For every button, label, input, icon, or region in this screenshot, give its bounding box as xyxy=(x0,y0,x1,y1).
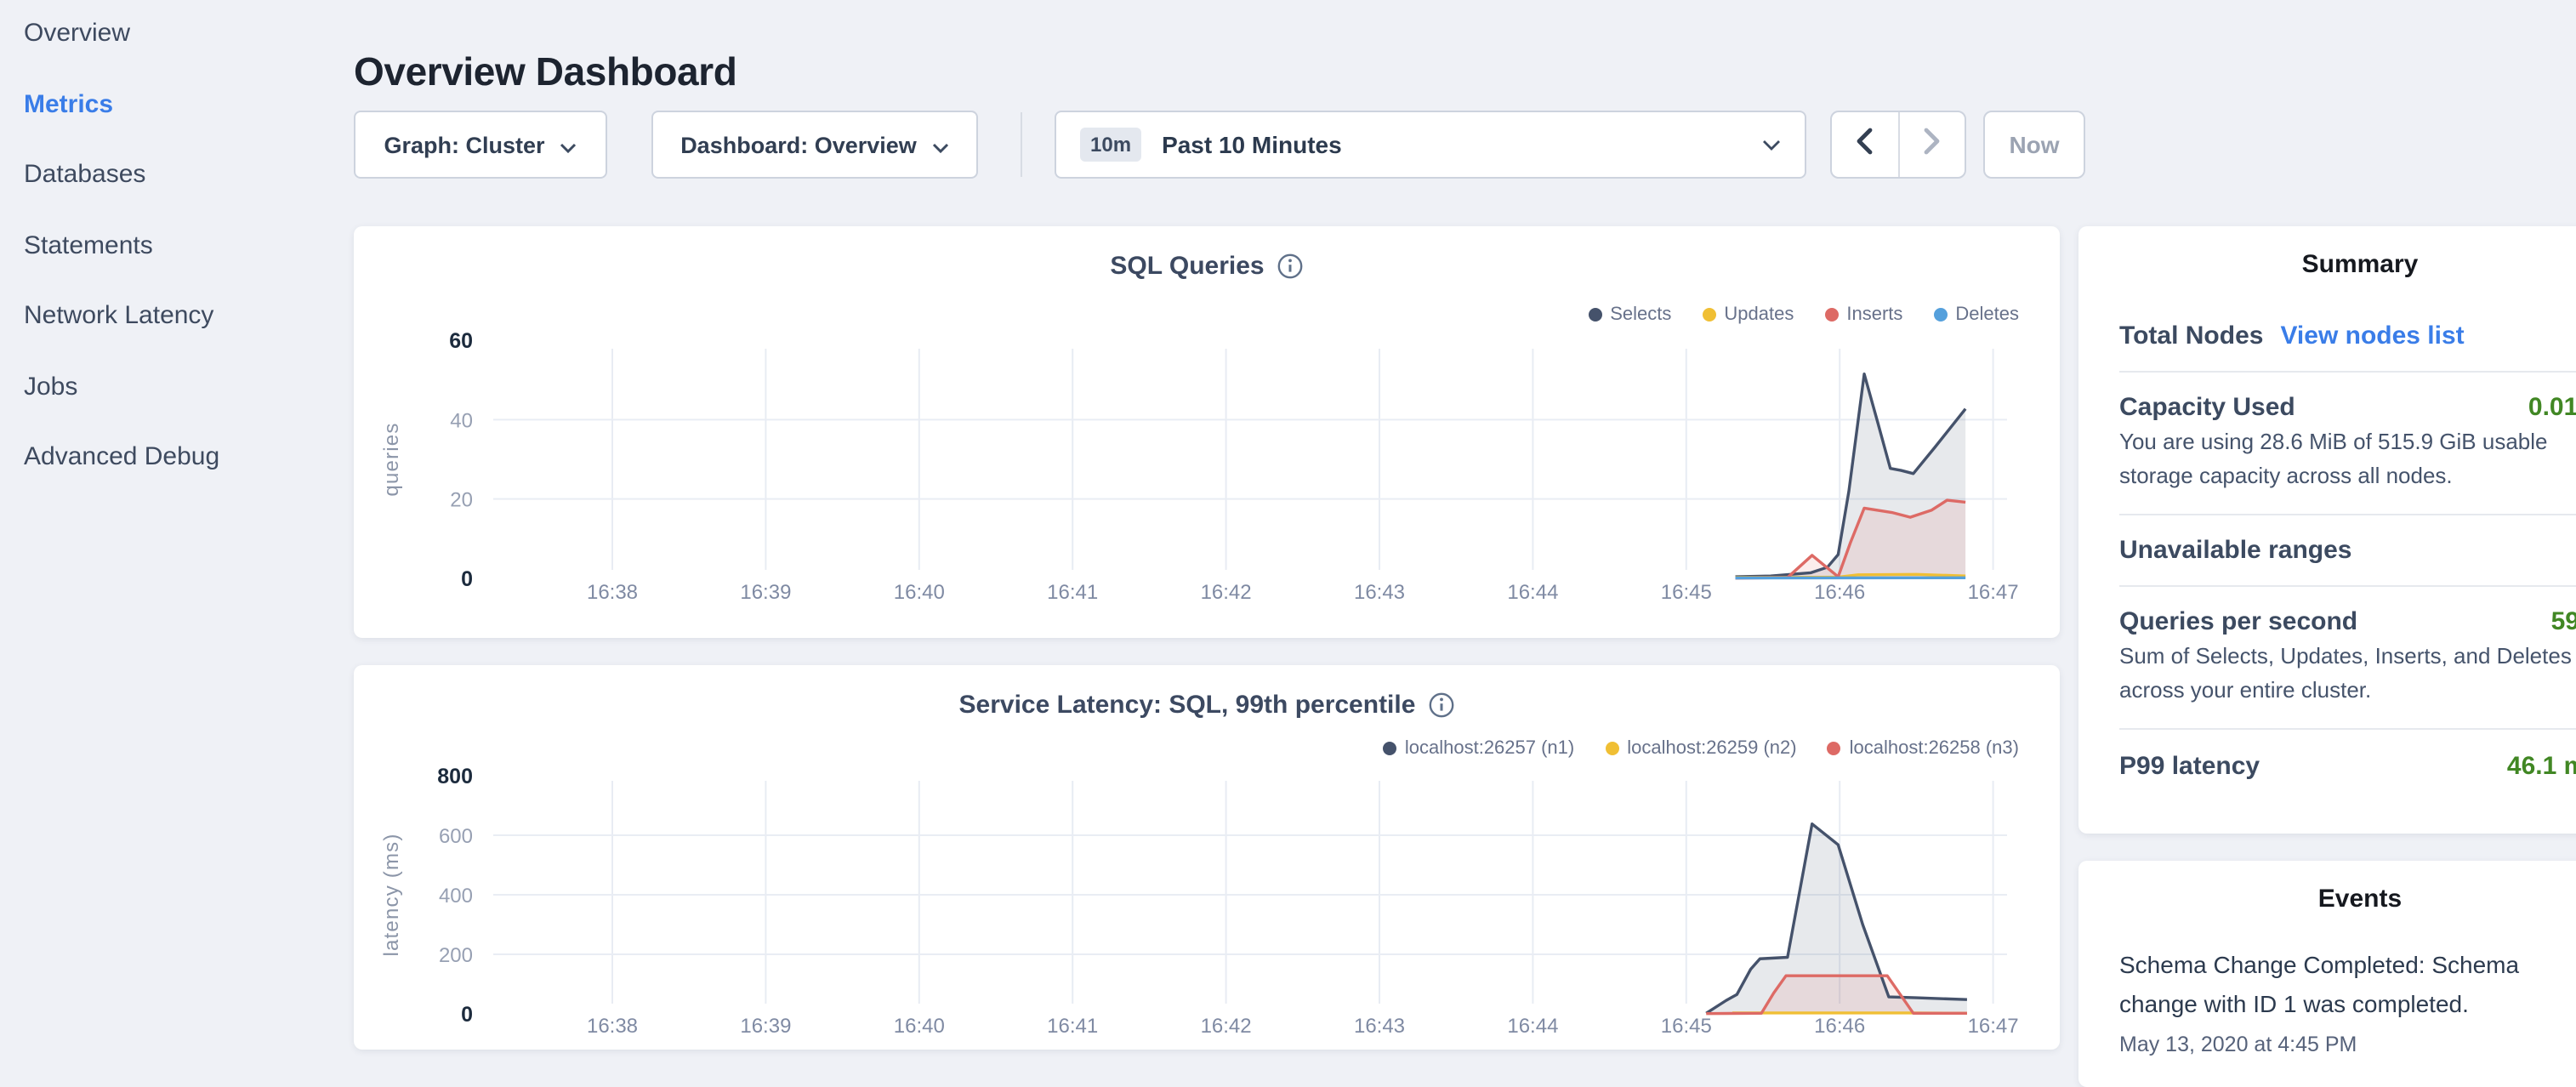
sidebar-item-advanced-debug[interactable]: Advanced Debug xyxy=(24,442,219,472)
sidebar-item-overview[interactable]: Overview xyxy=(24,19,219,48)
y-tick-label: 0 xyxy=(461,1003,473,1027)
x-tick-label: 16:43 xyxy=(1354,1015,1405,1038)
x-tick-label: 16:44 xyxy=(1507,581,1558,604)
sidebar-item-jobs[interactable]: Jobs xyxy=(24,372,219,401)
time-step-buttons xyxy=(1830,111,1966,179)
x-tick-label: 16:41 xyxy=(1047,1015,1098,1038)
sidebar-item-metrics[interactable]: Metrics xyxy=(24,89,219,119)
sql-queries-chart-card: SQL Queries SelectsUpdatesInsertsDeletes… xyxy=(354,226,2060,638)
time-range-picker[interactable]: 10m Past 10 Minutes xyxy=(1055,111,1806,179)
now-button-label: Now xyxy=(2009,131,2059,158)
p99-latency-label: P99 latency xyxy=(2119,752,2260,781)
chevron-down-icon xyxy=(1762,139,1781,151)
x-tick-label: 16:38 xyxy=(587,1015,638,1038)
x-tick-label: 16:38 xyxy=(587,581,638,604)
x-tick-label: 16:40 xyxy=(894,581,945,604)
time-step-back-button[interactable] xyxy=(1832,112,1899,177)
x-tick-label: 16:39 xyxy=(740,581,791,604)
now-button[interactable]: Now xyxy=(1983,111,2085,179)
chevron-left-icon xyxy=(1857,127,1874,162)
event-message: Schema Change Completed: Schema change w… xyxy=(2078,936,2576,1024)
chevron-down-icon xyxy=(560,132,577,157)
x-tick-label: 16:47 xyxy=(1968,1015,2019,1038)
sidebar-item-network-latency[interactable]: Network Latency xyxy=(24,301,219,331)
capacity-used-label: Capacity Used xyxy=(2119,393,2295,422)
y-tick-label: 0 xyxy=(461,567,473,591)
capacity-used-description: You are using 28.6 MiB of 515.9 GiB usab… xyxy=(2119,425,2576,493)
chevron-right-icon xyxy=(1924,127,1941,162)
y-tick-label: 800 xyxy=(437,765,473,788)
graph-dropdown[interactable]: Graph: Cluster xyxy=(354,111,607,179)
capacity-used-value: 0.01% xyxy=(2528,393,2576,422)
qps-label: Queries per second xyxy=(2119,607,2357,636)
graph-dropdown-label: Graph: Cluster xyxy=(384,132,544,157)
chevron-down-icon xyxy=(932,132,949,157)
event-list-item[interactable]: Schema Change Completed: Schema change w… xyxy=(2078,936,2576,1056)
summary-row-qps: Queries per second 59.7 Sum of Selects, … xyxy=(2119,587,2576,708)
sidebar-item-statements[interactable]: Statements xyxy=(24,230,219,260)
y-tick-label: 400 xyxy=(439,885,473,908)
y-tick-label: 40 xyxy=(450,409,473,432)
summary-row-unavailable-ranges: Unavailable ranges 0 xyxy=(2119,515,2576,585)
sql-queries-chart[interactable]: 16:38 16:39 16:40 16:41 16:42 16:43 16:44 16:45… xyxy=(354,226,2060,638)
dashboard-dropdown-label: Dashboard: Overview xyxy=(680,132,917,157)
x-tick-label: 16:39 xyxy=(740,1015,791,1038)
time-step-forward-button[interactable] xyxy=(1899,112,1965,177)
y-axis-label: queries xyxy=(380,422,403,496)
x-tick-label: 16:47 xyxy=(1968,581,2019,604)
x-tick-label: 16:42 xyxy=(1201,1015,1252,1038)
x-tick-label: 16:43 xyxy=(1354,581,1405,604)
summary-panel: Summary Total Nodes View nodes list 3 Ca… xyxy=(2078,226,2576,834)
x-tick-label: 16:46 xyxy=(1814,1015,1865,1038)
view-nodes-list-link[interactable]: View nodes list xyxy=(2280,322,2464,350)
summary-row-capacity: Capacity Used 0.01% You are using 28.6 M… xyxy=(2119,373,2576,493)
total-nodes-label: Total Nodes xyxy=(2119,322,2263,350)
unavailable-ranges-label: Unavailable ranges xyxy=(2119,536,2351,565)
time-range-badge: 10m xyxy=(1080,128,1141,162)
x-tick-label: 16:40 xyxy=(894,1015,945,1038)
sidebar-nav: Overview Metrics Databases Statements Networ… xyxy=(24,19,219,472)
y-tick-label: 60 xyxy=(449,329,473,353)
events-title: Events xyxy=(2078,861,2576,915)
y-tick-label: 200 xyxy=(439,944,473,967)
event-timestamp: May 13, 2020 at 4:45 PM xyxy=(2078,1024,2576,1056)
toolbar-divider xyxy=(1021,112,1022,177)
time-range-label: Past 10 Minutes xyxy=(1162,131,1342,158)
x-tick-label: 16:42 xyxy=(1201,581,1252,604)
qps-value: 59.7 xyxy=(2551,607,2576,636)
qps-description: Sum of Selects, Updates, Inserts, and De… xyxy=(2119,640,2576,708)
summary-title: Summary xyxy=(2078,226,2576,281)
service-latency-chart[interactable]: 16:38 16:39 16:40 16:41 16:42 16:43 16:44 16:45… xyxy=(354,665,2060,1050)
dashboard-dropdown[interactable]: Dashboard: Overview xyxy=(651,111,978,179)
x-tick-label: 16:44 xyxy=(1507,1015,1558,1038)
metrics-page: Overview Metrics Databases Statements Networ… xyxy=(0,0,2576,1051)
events-panel: Events Schema Change Completed: Schema c… xyxy=(2078,861,2576,1087)
p99-latency-value: 46.1 ms xyxy=(2507,752,2576,781)
y-tick-label: 20 xyxy=(450,489,473,512)
sidebar-item-databases[interactable]: Databases xyxy=(24,160,219,190)
y-axis-label: latency (ms) xyxy=(380,833,403,956)
y-tick-label: 600 xyxy=(439,825,473,848)
page-title: Overview Dashboard xyxy=(354,50,736,96)
summary-row-total-nodes: Total Nodes View nodes list 3 xyxy=(2119,301,2576,371)
service-latency-chart-card: Service Latency: SQL, 99th percentile lo… xyxy=(354,665,2060,1050)
x-tick-label: 16:45 xyxy=(1661,1015,1712,1038)
x-tick-label: 16:46 xyxy=(1814,581,1865,604)
summary-row-p99: P99 latency 46.1 ms xyxy=(2119,730,2576,803)
x-tick-label: 16:45 xyxy=(1661,581,1712,604)
x-tick-label: 16:41 xyxy=(1047,581,1098,604)
